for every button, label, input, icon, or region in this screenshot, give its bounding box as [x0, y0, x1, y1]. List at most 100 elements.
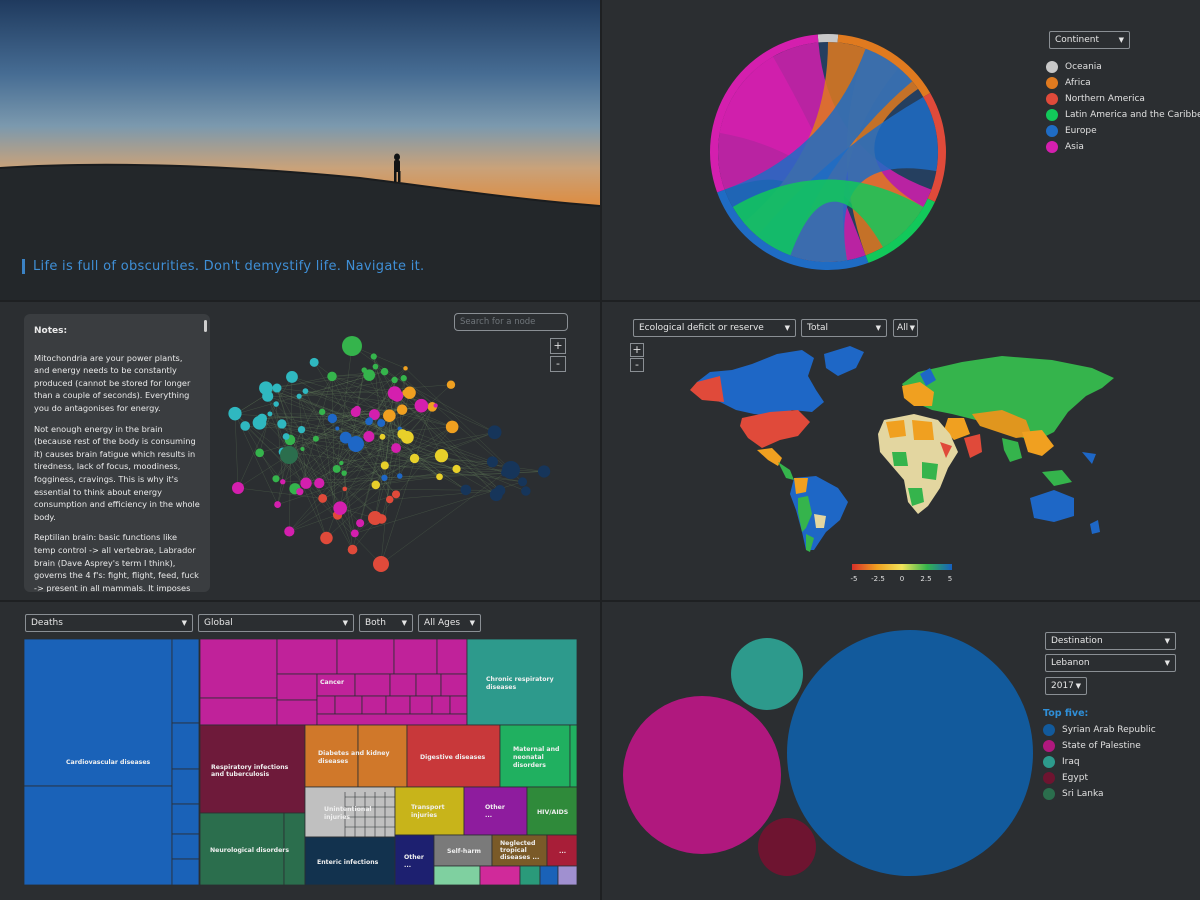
network-node[interactable] [272, 383, 282, 393]
cardiovascular-subtile[interactable] [171, 768, 200, 805]
cancer-tile[interactable] [316, 713, 468, 726]
network-node[interactable] [267, 411, 273, 417]
network-node[interactable] [434, 448, 449, 463]
network-node[interactable] [402, 389, 409, 397]
network-node[interactable] [312, 435, 319, 442]
cancer-tile[interactable] [276, 699, 318, 726]
network-node[interactable] [255, 448, 264, 458]
network-node[interactable] [403, 366, 408, 371]
zoom-out-button[interactable]: - [550, 356, 566, 372]
network-node[interactable] [320, 531, 333, 545]
network-node[interactable] [277, 419, 287, 429]
network-node[interactable] [309, 357, 319, 367]
network-node[interactable] [377, 419, 386, 428]
country-select[interactable]: Lebanon ▼ [1045, 654, 1176, 672]
network-node[interactable] [365, 417, 373, 426]
network-node[interactable] [391, 389, 404, 402]
network-node[interactable] [347, 544, 358, 555]
network-node[interactable] [335, 426, 340, 431]
country-legend-item[interactable]: Iraq [1043, 754, 1156, 770]
network-node[interactable] [400, 375, 407, 382]
network-node[interactable] [521, 486, 531, 496]
misc-tile[interactable] [557, 865, 578, 886]
network-node[interactable] [380, 461, 389, 470]
network-node[interactable] [397, 473, 403, 479]
network-node[interactable] [370, 353, 377, 360]
network-node[interactable] [339, 460, 344, 466]
network-node[interactable] [350, 529, 359, 538]
network-node[interactable] [302, 388, 309, 394]
network-node[interactable] [373, 556, 389, 572]
network-node[interactable] [297, 425, 306, 434]
cancer-tile[interactable] [393, 638, 438, 675]
cancer-tile[interactable] [385, 695, 411, 715]
cancer-tile[interactable] [449, 695, 468, 715]
network-node[interactable] [300, 446, 305, 452]
zoom-in-button[interactable]: + [550, 338, 566, 354]
network-node[interactable] [272, 475, 280, 483]
continent-select[interactable]: Continent ▼ [1049, 31, 1130, 49]
network-node[interactable] [363, 369, 376, 381]
network-graph[interactable] [0, 302, 600, 600]
network-node[interactable] [446, 380, 456, 389]
network-node[interactable] [445, 420, 459, 434]
network-node[interactable] [489, 488, 503, 502]
misc-tile[interactable] [519, 865, 541, 886]
network-node[interactable] [460, 484, 472, 496]
network-node[interactable] [342, 336, 362, 356]
cancer-tile[interactable] [361, 695, 387, 715]
cancer-tile[interactable] [431, 695, 451, 715]
continent-legend-item[interactable]: Latin America and the Caribbean [1046, 107, 1200, 123]
network-node[interactable] [296, 393, 302, 399]
bubble-state-of-palestine[interactable] [623, 696, 781, 854]
network-node[interactable] [240, 421, 251, 431]
misc-tile[interactable] [433, 865, 481, 886]
network-node[interactable] [414, 398, 429, 413]
cardiovascular-subtile[interactable] [171, 803, 200, 835]
network-node[interactable] [342, 486, 348, 492]
network-node[interactable] [280, 446, 298, 464]
network-node[interactable] [372, 363, 379, 370]
network-node[interactable] [333, 501, 347, 516]
network-node[interactable] [350, 407, 361, 418]
network-node[interactable] [274, 501, 282, 508]
network-node[interactable] [391, 376, 398, 384]
network-node[interactable] [327, 371, 337, 382]
misc-tile[interactable] [539, 865, 559, 886]
network-node[interactable] [385, 495, 394, 504]
continent-legend-item[interactable]: Oceania [1046, 59, 1200, 75]
continent-legend-item[interactable]: Northern America [1046, 91, 1200, 107]
network-node[interactable] [487, 425, 502, 440]
cancer-tile[interactable] [436, 638, 468, 675]
network-node[interactable] [273, 401, 279, 407]
bubble-egypt[interactable] [758, 818, 816, 876]
network-node[interactable] [282, 433, 290, 440]
bubble-iraq[interactable] [731, 638, 803, 710]
year-select[interactable]: 2017 ▼ [1045, 677, 1087, 695]
cancer-tile[interactable] [316, 695, 336, 715]
cancer-tile[interactable] [334, 695, 363, 715]
cardiovascular-subtile[interactable] [171, 833, 200, 860]
network-node[interactable] [327, 413, 338, 424]
cancer-tile[interactable] [415, 673, 442, 697]
country-legend-item[interactable]: Syrian Arab Republic [1043, 722, 1156, 738]
other-tile[interactable] [463, 786, 528, 836]
cancer-tile[interactable] [276, 673, 318, 701]
network-node[interactable] [332, 464, 341, 473]
network-node[interactable] [284, 526, 295, 537]
network-node[interactable] [296, 488, 304, 496]
network-node[interactable] [300, 477, 312, 489]
direction-select[interactable]: Destination ▼ [1045, 632, 1176, 650]
misc-tile[interactable] [479, 865, 521, 886]
cardiovascular-tile[interactable] [23, 785, 173, 886]
network-node[interactable] [391, 443, 402, 453]
network-node[interactable] [318, 493, 328, 503]
network-node[interactable] [379, 433, 386, 440]
network-node[interactable] [363, 431, 375, 442]
network-node[interactable] [341, 470, 347, 476]
network-node[interactable] [518, 477, 528, 487]
maternal-tile[interactable] [569, 724, 578, 788]
network-node[interactable] [280, 479, 286, 485]
network-node[interactable] [262, 390, 274, 402]
network-node[interactable] [383, 409, 396, 422]
